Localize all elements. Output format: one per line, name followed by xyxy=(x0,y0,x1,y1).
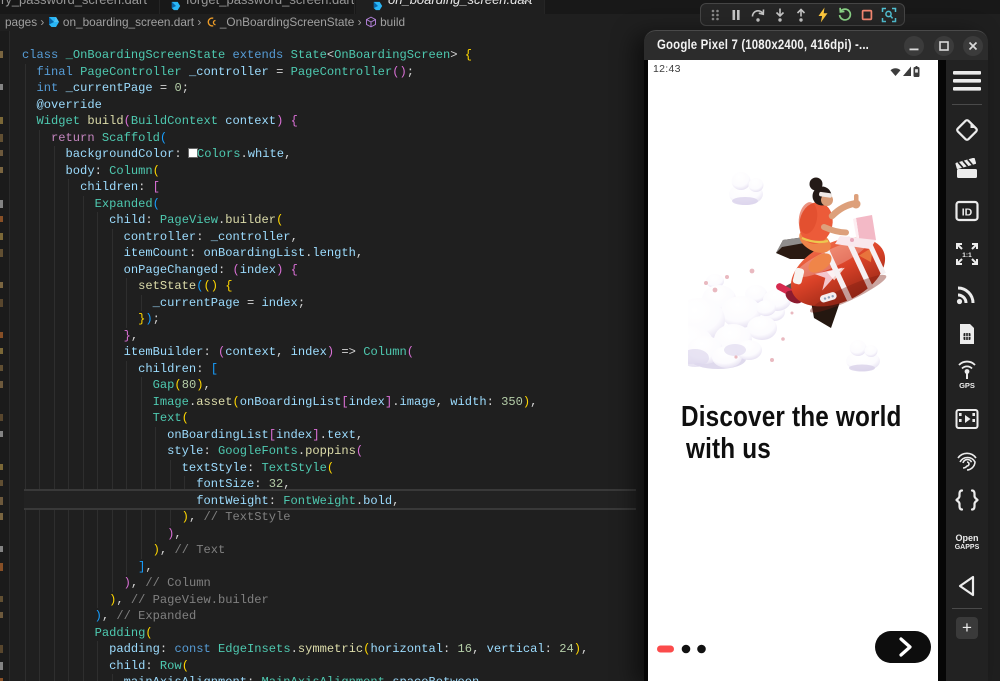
svg-text:GPS: GPS xyxy=(959,381,975,390)
svg-text:ID: ID xyxy=(962,207,973,219)
svg-text:1:1: 1:1 xyxy=(962,252,972,259)
